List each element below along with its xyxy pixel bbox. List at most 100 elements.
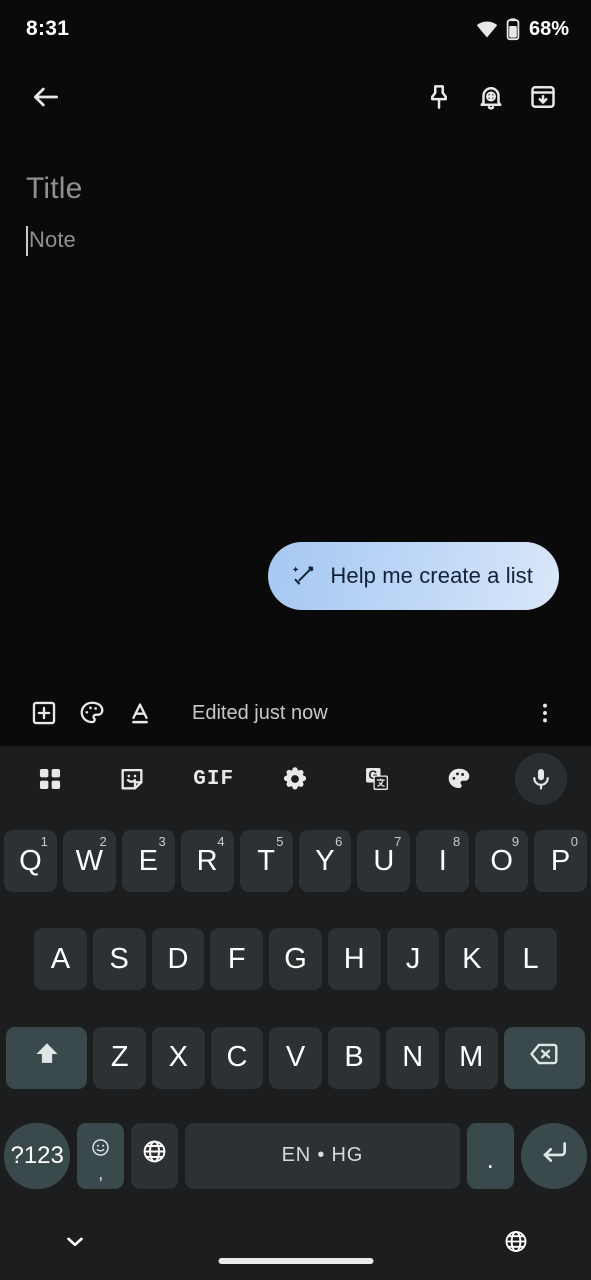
key-U[interactable]: 7U (357, 830, 411, 893)
key-K[interactable]: K (445, 928, 499, 991)
key-M[interactable]: M (444, 1026, 498, 1089)
key-F[interactable]: F (210, 928, 264, 991)
gif-icon[interactable]: GIF (188, 753, 240, 805)
key-A[interactable]: A (33, 928, 87, 991)
chip-label: Help me create a list (330, 563, 533, 588)
backspace-key[interactable] (503, 1026, 586, 1089)
keyboard-row-3: Z X C V B N M (4, 1009, 587, 1107)
key-C[interactable]: C (210, 1026, 264, 1089)
home-indicator[interactable] (218, 1258, 373, 1264)
key-sup: 8 (452, 834, 461, 850)
pin-button[interactable] (413, 71, 465, 123)
sticker-icon[interactable] (106, 753, 158, 805)
back-button[interactable] (20, 71, 72, 123)
key-sup: 1 (40, 834, 48, 850)
key-sup: 4 (217, 834, 225, 850)
text-format-button[interactable] (116, 689, 164, 737)
symbols-key[interactable]: ?123 (4, 1122, 71, 1189)
overflow-menu-button[interactable] (521, 689, 569, 737)
shift-key[interactable] (6, 1026, 88, 1089)
note-title-input[interactable]: Title (26, 171, 565, 207)
suggestion-chip-row: Help me create a list (268, 542, 559, 610)
language-switch-key[interactable] (131, 1122, 178, 1189)
key-Z[interactable]: Z (93, 1026, 147, 1089)
status-time: 8:31 (26, 17, 70, 40)
emoji-icon (90, 1133, 111, 1166)
key-label: Q (19, 844, 42, 877)
magic-wand-icon (290, 563, 316, 589)
keyboard-toolbar: GIF G (0, 750, 591, 808)
key-label: I (438, 844, 447, 877)
status-bar: 8:31 68% (0, 0, 591, 58)
battery-icon (506, 17, 520, 41)
keyboard-rows: 1Q 2W 3E 4R 5T 6Y 7U 8I 9O 0P A S D F G … (0, 808, 591, 1208)
key-B[interactable]: B (327, 1026, 381, 1089)
archive-button[interactable] (517, 71, 569, 123)
gif-label: GIF (193, 767, 235, 791)
add-reminder-button[interactable] (465, 71, 517, 123)
comma-label: , (98, 1163, 104, 1183)
note-bottom-toolbar: Edited just now (0, 680, 591, 746)
key-sup: 7 (394, 834, 402, 850)
space-key[interactable]: EN • HG (184, 1122, 460, 1189)
key-label: T (257, 844, 275, 877)
period-key[interactable]: . (466, 1122, 514, 1189)
help-me-create-a-list-chip[interactable]: Help me create a list (268, 542, 559, 610)
keyboard: GIF G 1 Q 2 W 3 E 4 R 5 T 6 Y 7 U 8 I 9 … (0, 746, 591, 1208)
key-sup: 3 (158, 834, 166, 850)
key-W[interactable]: 2W (62, 830, 116, 893)
note-body-input[interactable]: Note (29, 225, 76, 255)
key-N[interactable]: N (386, 1026, 439, 1089)
key-label: R (196, 844, 218, 877)
key-label: W (75, 844, 104, 877)
key-Y[interactable]: 6Y (298, 830, 352, 893)
apps-grid-icon[interactable] (24, 753, 76, 805)
key-V[interactable]: V (269, 1026, 322, 1089)
backspace-icon (528, 1038, 560, 1078)
keyboard-row-2: A S D F G H J K L (4, 910, 587, 1008)
key-D[interactable]: D (151, 928, 205, 991)
key-sup: 0 (570, 834, 579, 850)
note-editor[interactable]: Title Note Help me create a list (0, 136, 591, 680)
status-indicators: 68% (475, 17, 569, 41)
key-O[interactable]: 9O (475, 830, 529, 893)
key-label: E (138, 844, 158, 877)
key-X[interactable]: X (152, 1026, 205, 1089)
globe-icon (141, 1138, 168, 1173)
ime-switch-button[interactable] (503, 1229, 529, 1260)
key-sup: 9 (511, 834, 520, 850)
key-E[interactable]: 3E (121, 830, 175, 893)
key-sup: 5 (276, 834, 284, 850)
enter-key[interactable] (520, 1122, 587, 1189)
add-box-button[interactable] (20, 689, 68, 737)
key-label: P (550, 844, 571, 877)
key-label: U (373, 844, 395, 877)
key-sup: 2 (99, 834, 107, 850)
app-top-bar (0, 58, 591, 136)
settings-gear-icon[interactable] (269, 753, 321, 805)
google-translate-icon[interactable]: G (351, 753, 403, 805)
key-S[interactable]: S (92, 928, 146, 991)
key-J[interactable]: J (386, 928, 440, 991)
text-caret (26, 226, 28, 256)
palette-button[interactable] (68, 689, 116, 737)
key-L[interactable]: L (504, 928, 558, 991)
key-P[interactable]: 0P (534, 830, 588, 893)
microphone-icon[interactable] (514, 753, 567, 805)
key-G[interactable]: G (269, 928, 322, 991)
keyboard-row-4: ?123 , EN • HG . (4, 1107, 587, 1208)
hide-keyboard-button[interactable] (62, 1229, 88, 1260)
battery-percent: 68% (528, 17, 569, 40)
theme-palette-icon[interactable] (433, 753, 485, 805)
wifi-icon (475, 17, 499, 41)
note-body-row[interactable]: Note (26, 225, 565, 256)
key-Q[interactable]: 1Q (3, 830, 57, 893)
key-H[interactable]: H (327, 928, 381, 991)
emoji-key[interactable]: , (77, 1122, 125, 1189)
phone-screen: 8:31 68% Title Note Help me create a lis… (0, 0, 591, 1280)
shift-icon (32, 1039, 62, 1077)
navigation-bar (0, 1208, 591, 1280)
key-I[interactable]: 8I (416, 830, 470, 893)
key-R[interactable]: 4R (180, 830, 234, 893)
key-T[interactable]: 5T (239, 830, 293, 893)
